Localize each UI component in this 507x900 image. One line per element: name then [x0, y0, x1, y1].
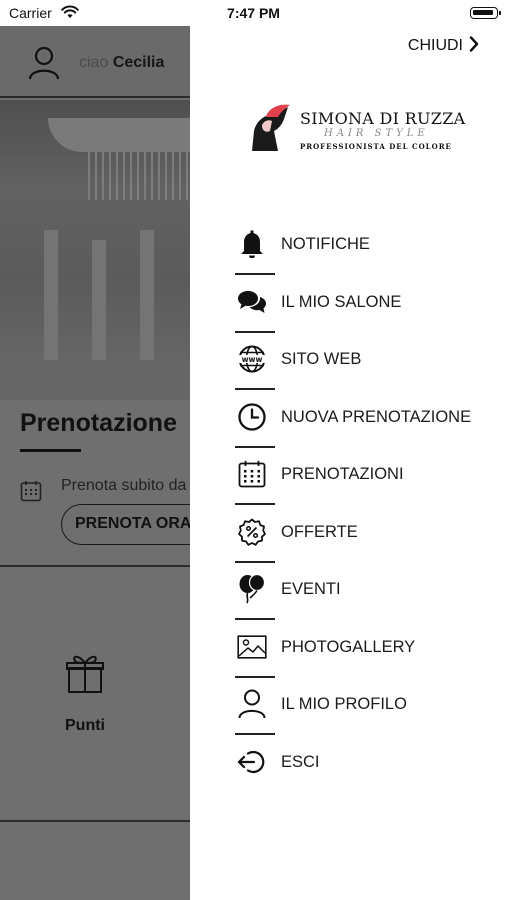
prenota-ora-button[interactable]: PRENOTA ORA [61, 504, 190, 545]
svg-text:www: www [242, 355, 263, 364]
logout-icon [235, 745, 269, 779]
close-button[interactable]: CHIUDI [407, 35, 479, 57]
balloons-icon [235, 572, 269, 606]
menu-item-label: NOTIFICHE [281, 235, 370, 253]
title-underline [20, 449, 81, 452]
menu-divider [235, 330, 275, 333]
logo-tagline: PROFESSIONISTA DEL COLORE [300, 142, 452, 151]
menu-item-label: PHOTOGALLERY [281, 637, 416, 656]
image-icon [235, 630, 269, 664]
calendar-icon [235, 457, 269, 491]
menu-divider [235, 675, 275, 678]
menu-divider [235, 388, 275, 390]
logo-subtitle: HAIR STYLE [324, 128, 429, 139]
menu-divider [235, 733, 275, 735]
menu-item-prenotazioni[interactable]: PRENOTAZIONI [235, 451, 507, 509]
status-bar: Carrier 7:47 PM [0, 0, 507, 26]
menu-divider [235, 273, 275, 275]
menu-item-label: NUOVA PRENOTAZIONE [281, 407, 472, 426]
divider [0, 565, 190, 567]
globe-www-icon: www [235, 342, 269, 376]
bell-icon [235, 227, 269, 261]
user-icon [28, 46, 60, 85]
menu-item-nuova-prenotazione[interactable]: NUOVA PRENOTAZIONE [235, 394, 507, 452]
clock-icon [235, 400, 269, 434]
close-label: CHIUDI [407, 37, 463, 54]
menu-divider [235, 618, 275, 620]
menu-item-label: ESCI [281, 752, 320, 771]
menu-item-notifiche[interactable]: NOTIFICHE [235, 221, 507, 279]
chevron-right-icon [469, 35, 479, 57]
menu-divider [235, 445, 275, 448]
menu-item-photogallery[interactable]: PHOTOGALLERY [235, 624, 507, 682]
logo-name: SIMONA DI RUZZA [300, 109, 466, 128]
menu-item-label: OFFERTE [281, 522, 358, 541]
punti-label: Punti [65, 717, 105, 734]
menu-item-label: EVENTI [281, 580, 341, 598]
section-title: Prenotazione [20, 409, 177, 437]
logo-portrait-icon [244, 101, 296, 158]
salon-logo: SIMONA DI RUZZA HAIR STYLE PROFESSIONIST… [244, 101, 465, 153]
gift-icon [66, 652, 104, 699]
drawer-menu: NOTIFICHE IL MIO SALONE www SITO WEB NUO… [235, 221, 507, 796]
menu-item-sito-web[interactable]: www SITO WEB [235, 336, 507, 394]
salon-hero-image [0, 100, 190, 400]
battery-icon [470, 7, 501, 19]
menu-item-label: PRENOTAZIONI [281, 465, 404, 483]
percent-badge-icon [235, 515, 269, 549]
divider [0, 820, 190, 822]
home-header: ciao Cecilia [0, 26, 190, 98]
menu-item-label: SITO WEB [281, 350, 362, 368]
menu-item-esci[interactable]: ESCI [235, 739, 507, 797]
clock-time: 7:47 PM [227, 5, 280, 21]
chat-bubbles-icon [235, 285, 269, 319]
prenota-description: Prenota subito da [61, 477, 187, 494]
menu-item-label: IL MIO PROFILO [281, 695, 407, 713]
menu-item-label: IL MIO SALONE [281, 292, 402, 311]
menu-divider [235, 560, 275, 563]
user-icon [235, 687, 269, 721]
menu-item-eventi[interactable]: EVENTI [235, 566, 507, 624]
menu-item-il-mio-profilo[interactable]: IL MIO PROFILO [235, 681, 507, 739]
dimmed-home-screen[interactable]: ciao Cecilia Prenotazione Prenota subito… [0, 26, 190, 900]
greeting: ciao Cecilia [79, 54, 165, 71]
side-drawer: CHIUDI SIMONA DI RUZZA HAIR STYLE PROFES… [190, 26, 507, 900]
calendar-icon [20, 480, 42, 507]
menu-item-offerte[interactable]: OFFERTE [235, 509, 507, 567]
menu-item-il-mio-salone[interactable]: IL MIO SALONE [235, 279, 507, 337]
menu-divider [235, 503, 275, 505]
